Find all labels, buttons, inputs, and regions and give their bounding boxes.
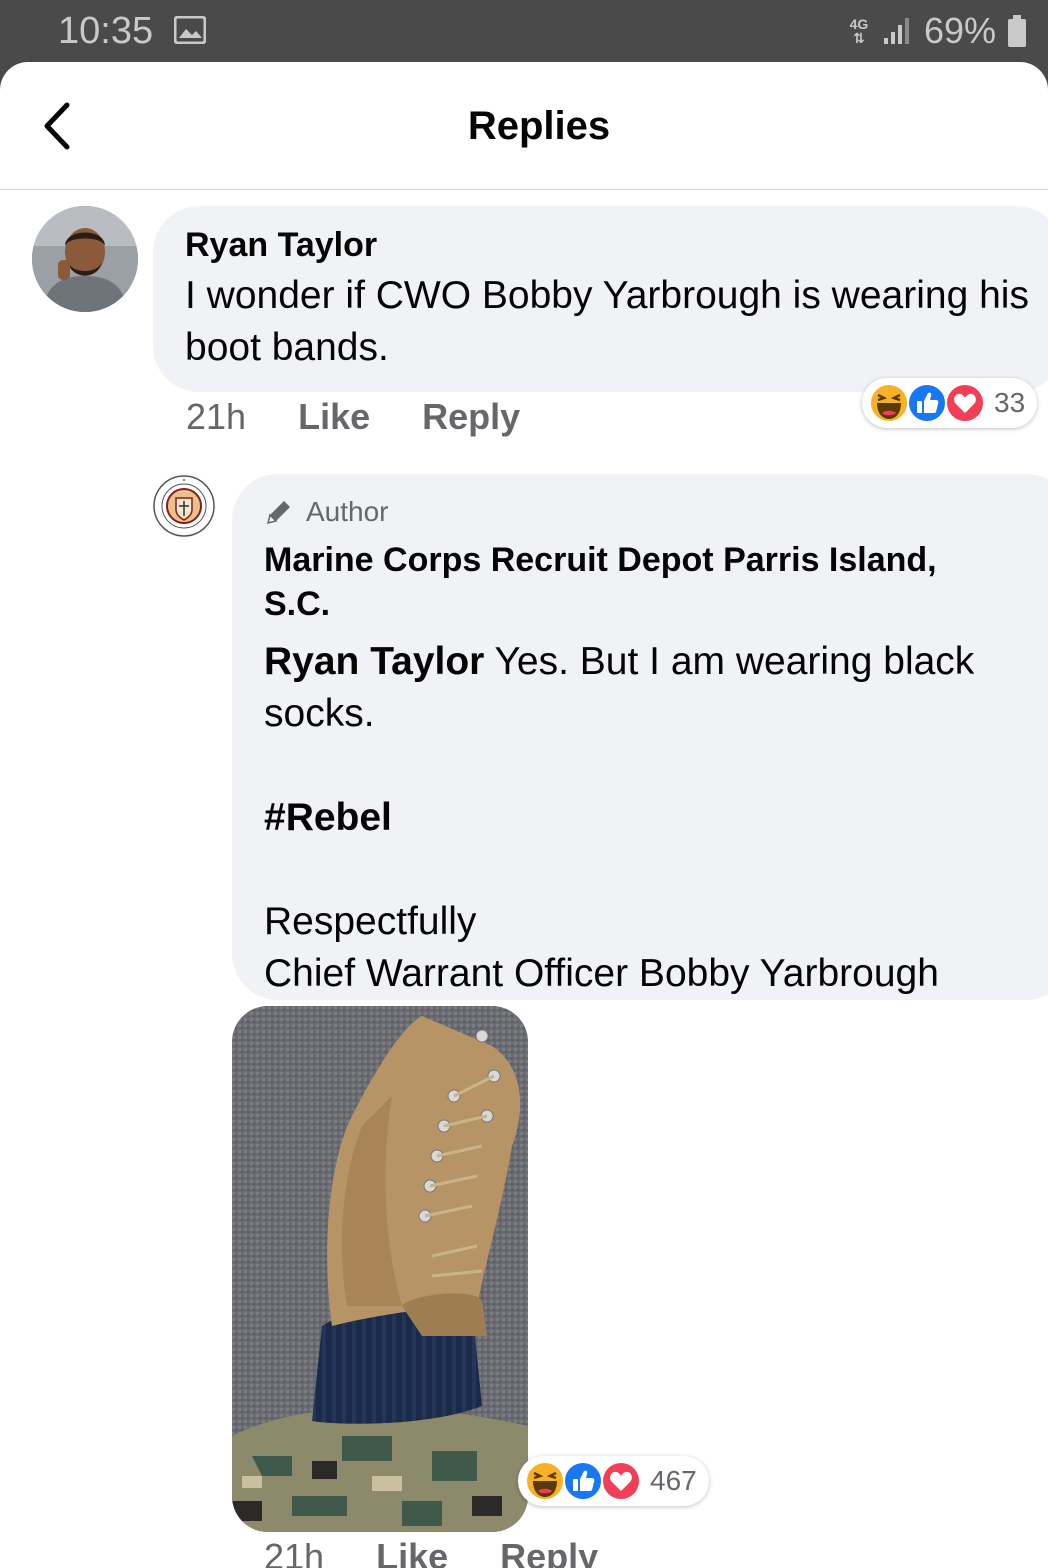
status-bar: 10:35 4G ⇅ 69% <box>0 0 1048 64</box>
page-title: Replies <box>467 104 611 148</box>
avatar-ryan-taylor <box>32 206 138 312</box>
comment-author[interactable]: Ryan Taylor <box>185 226 1048 264</box>
reply-button[interactable]: Reply <box>500 1536 598 1568</box>
battery-icon <box>1008 15 1026 47</box>
boot-photo-image <box>232 1006 528 1532</box>
reaction-count: 467 <box>650 1465 697 1496</box>
gallery-notification-icon <box>174 16 206 44</box>
like-reaction-icon <box>907 383 947 423</box>
author-badge-label: Author <box>306 496 389 527</box>
haha-reaction-icon <box>525 1461 565 1501</box>
header: Replies <box>0 62 1048 190</box>
reaction-count: 33 <box>994 387 1026 418</box>
hashtag-link[interactable]: #Rebel <box>264 792 1034 844</box>
comment-text: I wonder if CWO Bobby Yarbrough is weari… <box>185 274 1029 369</box>
love-reaction-icon <box>601 1461 641 1501</box>
closing-line: Respectfully <box>264 900 477 943</box>
reaction-summary[interactable]: 33 <box>862 378 1038 428</box>
reply-time[interactable]: 21h <box>264 1536 324 1568</box>
reply-text: Ryan Taylor Yes. But I am wearing black … <box>264 636 1034 1000</box>
reply-actions: 21h Like Reply <box>264 1536 598 1568</box>
avatar[interactable] <box>32 206 138 312</box>
mention-link[interactable]: Ryan Taylor <box>264 640 484 683</box>
comment-actions: 21h Like Reply <box>186 396 520 438</box>
status-time: 10:35 <box>58 10 154 52</box>
like-reaction-icon <box>563 1461 603 1501</box>
replies-sheet: Replies Ryan Taylor I wonder if CWO Bobb… <box>0 62 1048 1568</box>
pencil-icon <box>266 501 290 525</box>
like-button[interactable]: Like <box>298 396 370 438</box>
author-badge: Author <box>264 496 1032 528</box>
comment-bubble: Ryan Taylor I wonder if CWO Bobby Yarbro… <box>153 206 1048 392</box>
reaction-summary[interactable]: 467 <box>518 1456 709 1506</box>
like-button[interactable]: Like <box>376 1536 448 1568</box>
network-indicator-icon: 4G ⇅ <box>849 16 869 46</box>
reply-author[interactable]: Marine Corps Recruit Depot Parris Island… <box>264 538 1004 626</box>
love-reaction-icon <box>945 383 985 423</box>
signal-icon <box>883 18 909 44</box>
signature-line: Chief Warrant Officer Bobby Yarbrough <box>264 952 939 995</box>
reply-photo[interactable] <box>232 1006 528 1532</box>
reply-bubble: Author Marine Corps Recruit Depot Parris… <box>232 474 1048 1000</box>
reply-first-line: Ryan Taylor Yes. But I am wearing black … <box>264 636 1034 740</box>
battery-percent: 69% <box>923 10 996 51</box>
comment-time[interactable]: 21h <box>186 396 246 438</box>
avatar[interactable] <box>152 474 216 538</box>
haha-reaction-icon <box>869 383 909 423</box>
mcrd-seal-logo <box>153 475 215 537</box>
reply-button[interactable]: Reply <box>422 396 520 438</box>
